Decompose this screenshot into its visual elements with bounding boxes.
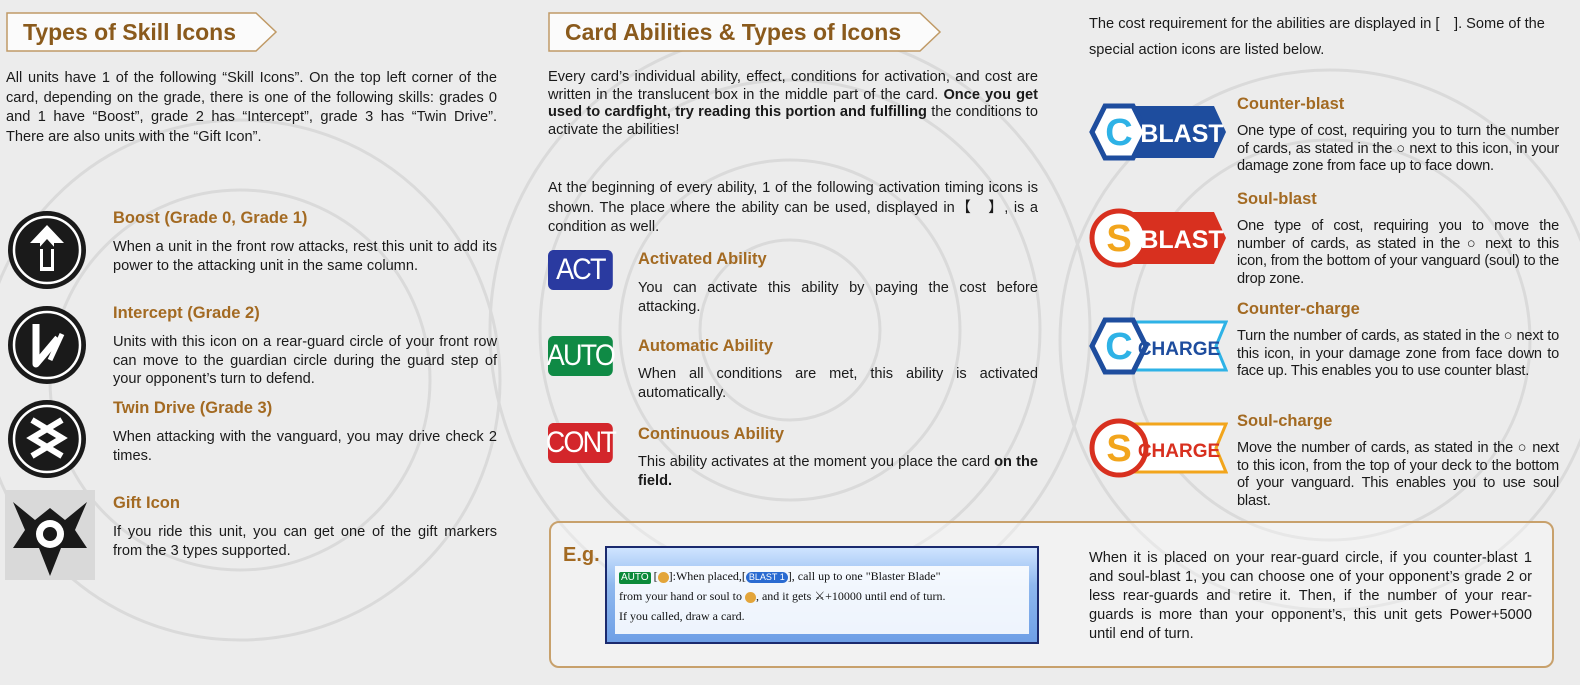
example-explanation: When it is placed on your rear-guard cir… — [1089, 550, 1532, 642]
soul-blast-description: One type of cost, requiring you to move … — [1237, 218, 1559, 287]
soul-charge-title: Soul-charge — [1237, 412, 1333, 430]
sword-icon: ⚔ — [814, 589, 826, 603]
counter-blast-description: One type of cost, requiring you to turn … — [1237, 123, 1559, 174]
card-auto-badge: AUTO — [619, 572, 651, 584]
gift-title: Gift Icon — [113, 494, 180, 512]
svg-text:S: S — [1106, 428, 1131, 470]
svg-text:CHARGE: CHARGE — [1138, 441, 1220, 462]
section-title-skill-icons: Types of Skill Icons — [6, 12, 278, 52]
cont-icon: CONT — [546, 423, 617, 463]
card-circle-icon — [657, 571, 669, 583]
svg-text:C: C — [1105, 112, 1132, 154]
card-line-2-text-c: +10000 until end of turn. — [825, 589, 946, 603]
cont-description: This ability activates at the moment you… — [638, 453, 1038, 490]
boost-title: Boost (Grade 0, Grade 1) — [113, 209, 308, 227]
intercept-title: Intercept (Grade 2) — [113, 304, 260, 322]
card-line-1-text-b: ], call up to one "Blaster Blade" — [787, 569, 941, 583]
twin-drive-icon — [8, 400, 86, 478]
auto-icon: AUTO — [547, 336, 616, 376]
svg-text:BLAST: BLAST — [1140, 226, 1223, 254]
example-card-text: AUTO []:When placed,[BLAST 1], call up t… — [615, 566, 1029, 634]
card-abilities-intro: Every card’s individual ability, effect,… — [548, 69, 1038, 139]
intercept-description: Units with this icon on a rear-guard cir… — [113, 334, 497, 387]
counter-charge-description: Turn the number of cards, as stated in t… — [1237, 328, 1559, 379]
soul-charge-description: Move the number of cards, as stated in t… — [1237, 440, 1559, 509]
section-title-card-abilities: Card Abilities & Types of Icons — [548, 12, 942, 52]
svg-text:S: S — [1106, 218, 1131, 260]
act-icon: ACT — [548, 250, 613, 290]
twin-drive-title: Twin Drive (Grade 3) — [113, 399, 273, 417]
soul-blast-icon: S BLAST — [1089, 208, 1226, 268]
counter-blast-title: Counter-blast — [1237, 95, 1345, 113]
counter-charge-icon: C CHARGE — [1089, 317, 1228, 375]
intercept-icon — [8, 306, 86, 384]
skill-icons-intro: All units have 1 of the following “Skill… — [6, 70, 497, 145]
card-line-2-text-a: from your hand or soul to — [619, 589, 742, 603]
timing-intro: At the beginning of every ability, 1 of … — [548, 180, 1038, 235]
svg-text:BLAST: BLAST — [1140, 120, 1223, 148]
card-line-3: If you called, draw a card. — [619, 609, 745, 623]
counter-charge-title: Counter-charge — [1237, 300, 1360, 318]
card-line-1: AUTO []:When placed,[BLAST 1], call up t… — [619, 569, 941, 584]
act-description: You can activate this ability by paying … — [638, 280, 1038, 315]
cont-title: Continuous Ability — [638, 425, 785, 443]
cost-intro: The cost requirement for the abilities a… — [1089, 16, 1545, 58]
title-text: Card Abilities & Types of Icons — [565, 18, 902, 45]
example-label: E.g. — [563, 544, 600, 566]
cont-description-plain: This ability activates at the moment you… — [638, 454, 990, 470]
example-card-text-box: AUTO []:When placed,[BLAST 1], call up t… — [605, 546, 1039, 644]
soul-blast-title: Soul-blast — [1237, 190, 1317, 208]
soul-charge-icon: S CHARGE — [1089, 418, 1228, 478]
auto-description: When all conditions are met, this abilit… — [638, 366, 1038, 401]
boost-description: When a unit in the front row attacks, re… — [113, 239, 497, 274]
card-circle-icon — [744, 591, 756, 603]
card-line-2: from your hand or soul to , and it gets … — [619, 586, 1029, 606]
gift-icon — [5, 490, 95, 580]
svg-text:CHARGE: CHARGE — [1138, 339, 1220, 360]
act-title: Activated Ability — [638, 250, 767, 268]
auto-title: Automatic Ability — [638, 337, 774, 355]
twin-drive-description: When attacking with the vanguard, you ma… — [113, 429, 497, 464]
card-line-2-text-b: , and it gets — [755, 589, 812, 603]
card-line-1-text-a: :When placed, — [672, 569, 742, 583]
boost-icon — [8, 211, 86, 289]
title-text: Types of Skill Icons — [23, 18, 237, 45]
svg-text:C: C — [1105, 326, 1132, 368]
counter-blast-icon: C BLAST — [1089, 103, 1226, 161]
card-cost-badge: BLAST 1 — [745, 571, 788, 583]
gift-description: If you ride this unit, you can get one o… — [113, 524, 497, 559]
